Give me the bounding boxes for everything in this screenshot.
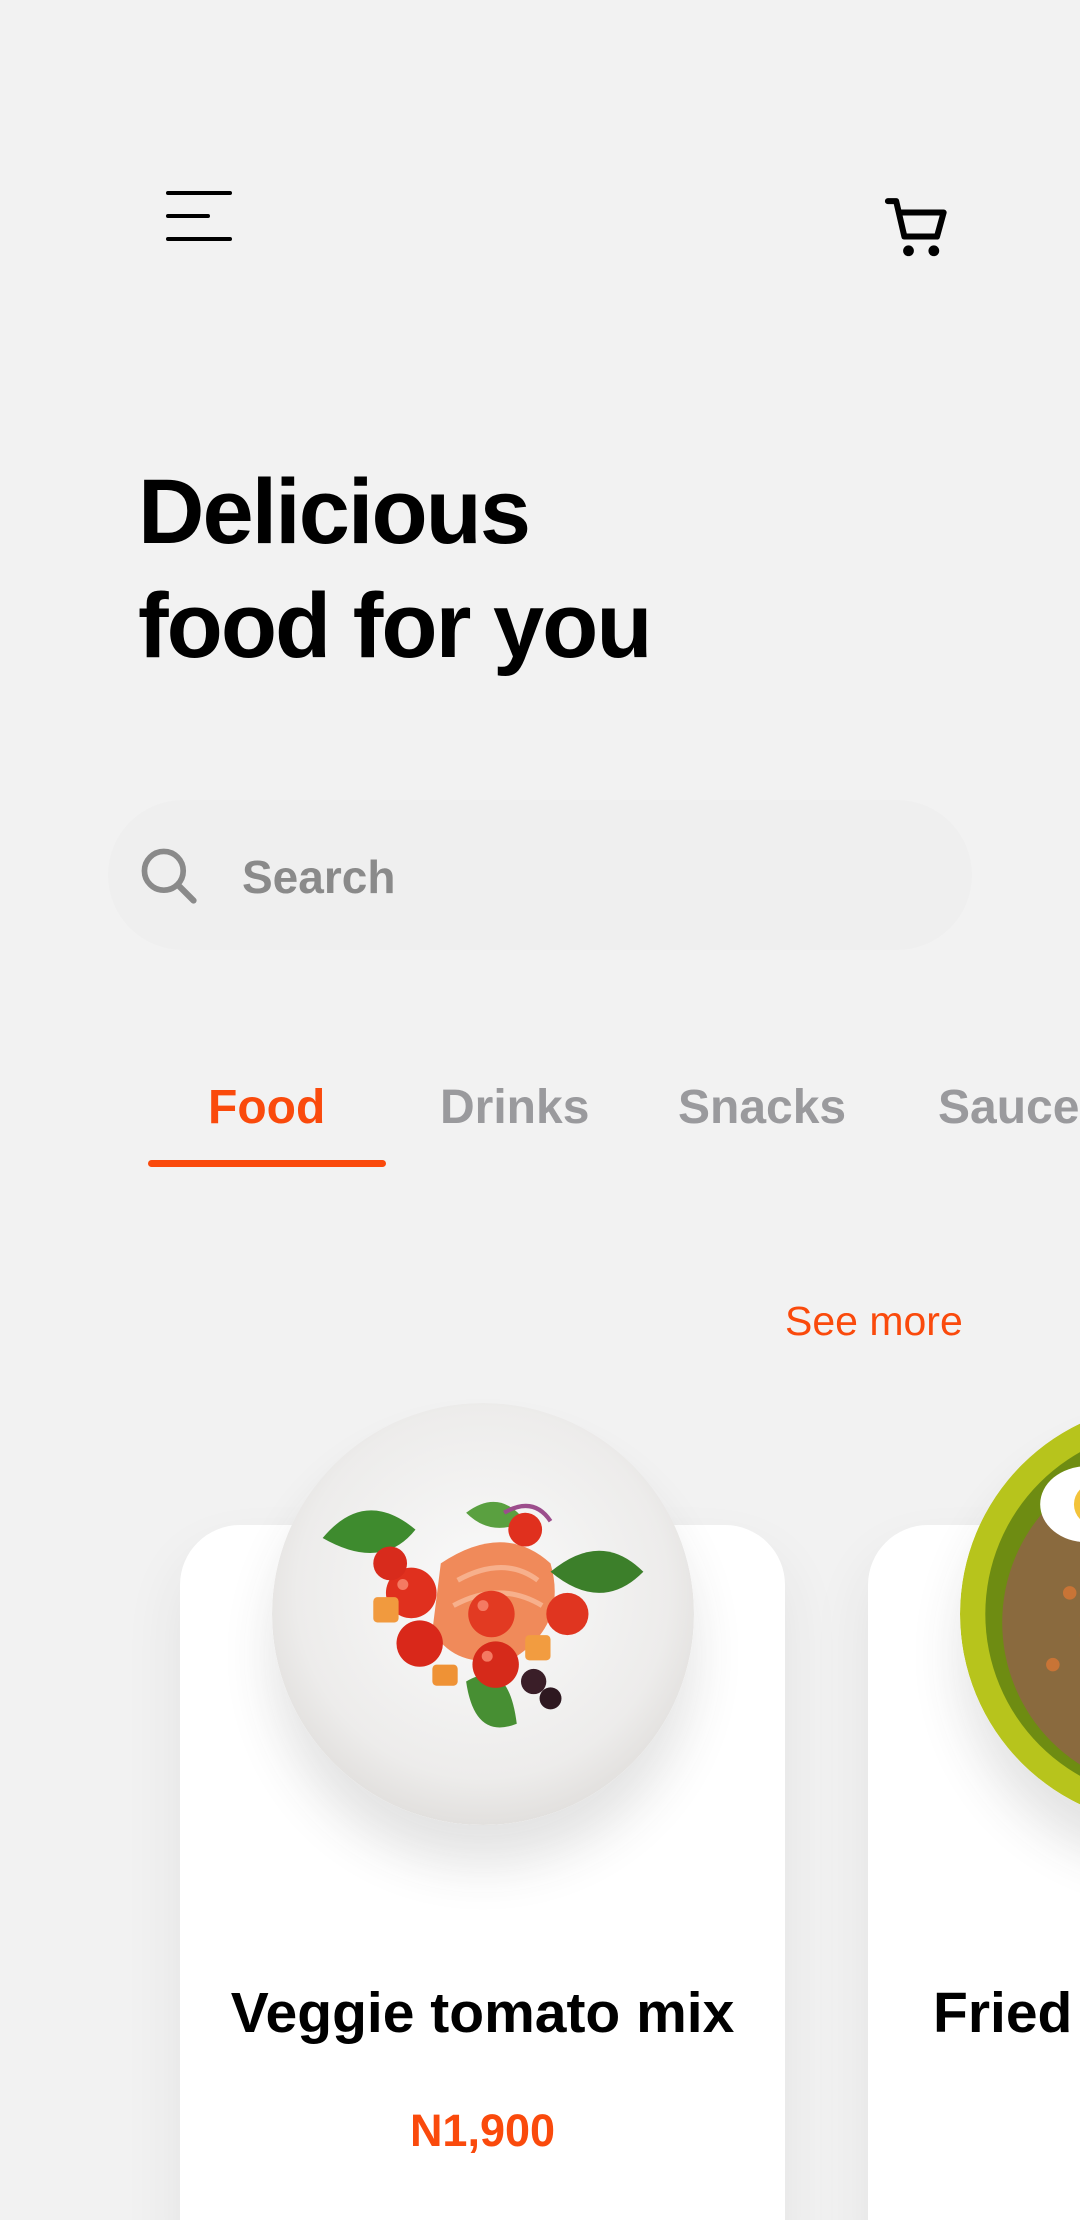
product-price: N1,900 <box>409 2105 556 2156</box>
menu-line <box>166 237 232 241</box>
search-bar[interactable] <box>108 800 972 950</box>
page-title-line-2: food for you <box>138 575 653 677</box>
tab-snacks[interactable]: Snacks <box>678 1080 846 1135</box>
page-title-line-1: Delicious <box>138 461 531 563</box>
cart-icon-glyph <box>884 198 947 257</box>
menu-line <box>166 191 232 195</box>
home-screen: Delicious food for you Food Drinks Snack… <box>0 0 1080 2220</box>
product-name: Veggie tomato mix <box>230 1981 735 2045</box>
see-more-link[interactable]: See more <box>785 1298 963 1345</box>
tab-food[interactable]: Food <box>208 1080 325 1135</box>
menu-line <box>166 214 210 218</box>
search-input[interactable] <box>240 840 924 914</box>
active-tab-indicator <box>148 1160 386 1167</box>
tab-sauce[interactable]: Sauce <box>938 1080 1079 1135</box>
hamburger-menu-icon[interactable] <box>160 185 240 245</box>
category-tabs: Food Drinks Snacks Sauce <box>0 1080 1080 1180</box>
tab-drinks[interactable]: Drinks <box>440 1080 589 1135</box>
salad-plate-image <box>272 1403 694 1825</box>
product-image <box>272 1403 694 1825</box>
product-name: Fried <box>933 1981 1073 2045</box>
page-title: Delicious food for you <box>138 455 653 683</box>
search-icon <box>141 848 197 904</box>
cart-icon[interactable] <box>880 190 956 266</box>
